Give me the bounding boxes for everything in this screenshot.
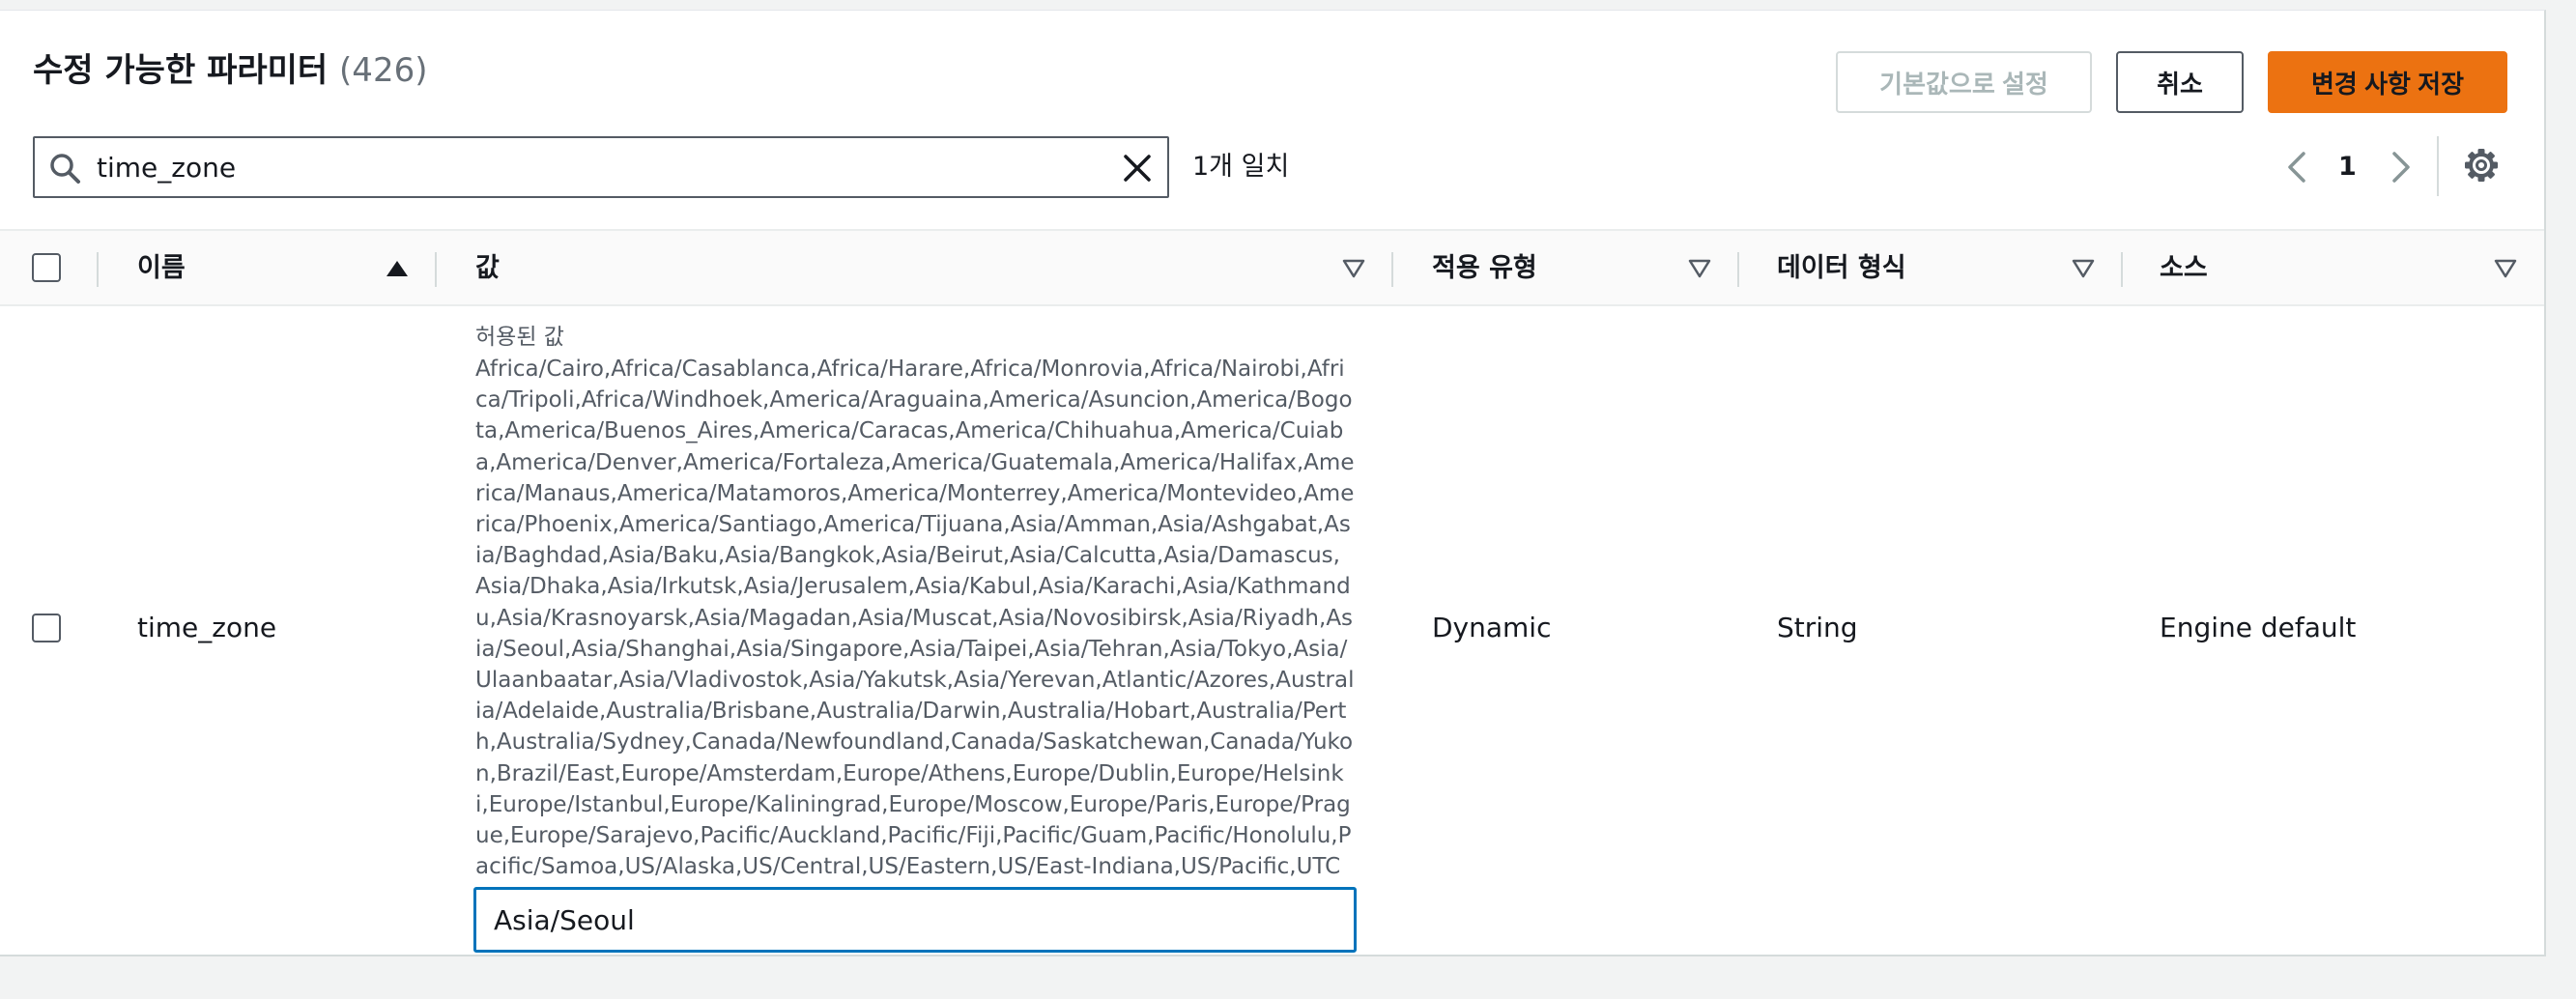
allowed-values-list: Africa/Cairo,Africa/Casablanca,Africa/Ha…: [475, 357, 1355, 880]
parameter-name: time_zone: [137, 612, 277, 643]
pager-divider: [2437, 136, 2439, 196]
column-divider: [1737, 252, 1739, 287]
parameters-panel: 수정 가능한 파라미터 (426) 기본값으로 설정 취소 변경 사항 저장 1…: [0, 10, 2546, 956]
filter-caret-icon[interactable]: [2071, 256, 2096, 281]
search-icon: [50, 154, 80, 184]
parameter-value-input[interactable]: [473, 887, 1357, 953]
allowed-values-label: 허용된 값: [475, 325, 564, 350]
sort-ascending-icon[interactable]: [385, 256, 410, 281]
page-title: 수정 가능한 파라미터 (426): [33, 47, 427, 94]
select-all-checkbox[interactable]: [32, 253, 61, 282]
parameter-source: Engine default: [2160, 612, 2357, 643]
data-type: String: [1777, 612, 1858, 643]
title-text: 수정 가능한 파라미터: [33, 51, 329, 90]
column-header-data-type[interactable]: 데이터 형식: [1777, 251, 1906, 286]
search-input[interactable]: [97, 146, 1102, 188]
filter-caret-icon[interactable]: [1687, 256, 1712, 281]
column-divider: [2121, 252, 2123, 287]
table-header: 이름 값 적용 유형 데이터 형식 소스: [0, 229, 2544, 306]
column-header-apply-type[interactable]: 적용 유형: [1432, 251, 1537, 286]
filter-caret-icon[interactable]: [2493, 256, 2518, 281]
gear-icon[interactable]: [2463, 147, 2500, 184]
column-header-value[interactable]: 값: [475, 251, 500, 286]
column-header-name[interactable]: 이름: [137, 251, 186, 286]
close-icon[interactable]: [1119, 150, 1156, 186]
column-divider: [97, 252, 99, 287]
chevron-right-icon[interactable]: [2387, 150, 2416, 185]
chevron-left-icon[interactable]: [2282, 150, 2311, 185]
reset-to-default-button[interactable]: 기본값으로 설정: [1836, 51, 2092, 113]
parameter-count: (426): [339, 51, 428, 90]
save-changes-button[interactable]: 변경 사항 저장: [2268, 51, 2507, 113]
apply-type: Dynamic: [1432, 612, 1552, 643]
row-checkbox[interactable]: [32, 614, 61, 642]
current-page[interactable]: 1: [2338, 148, 2357, 186]
filter-caret-icon[interactable]: [1341, 256, 1366, 281]
match-count: 1개 일치: [1192, 152, 1290, 182]
search-box[interactable]: [33, 136, 1169, 198]
cancel-button[interactable]: 취소: [2116, 51, 2244, 113]
column-divider: [435, 252, 437, 287]
column-header-source[interactable]: 소스: [2160, 251, 2208, 286]
column-divider: [1391, 252, 1393, 287]
